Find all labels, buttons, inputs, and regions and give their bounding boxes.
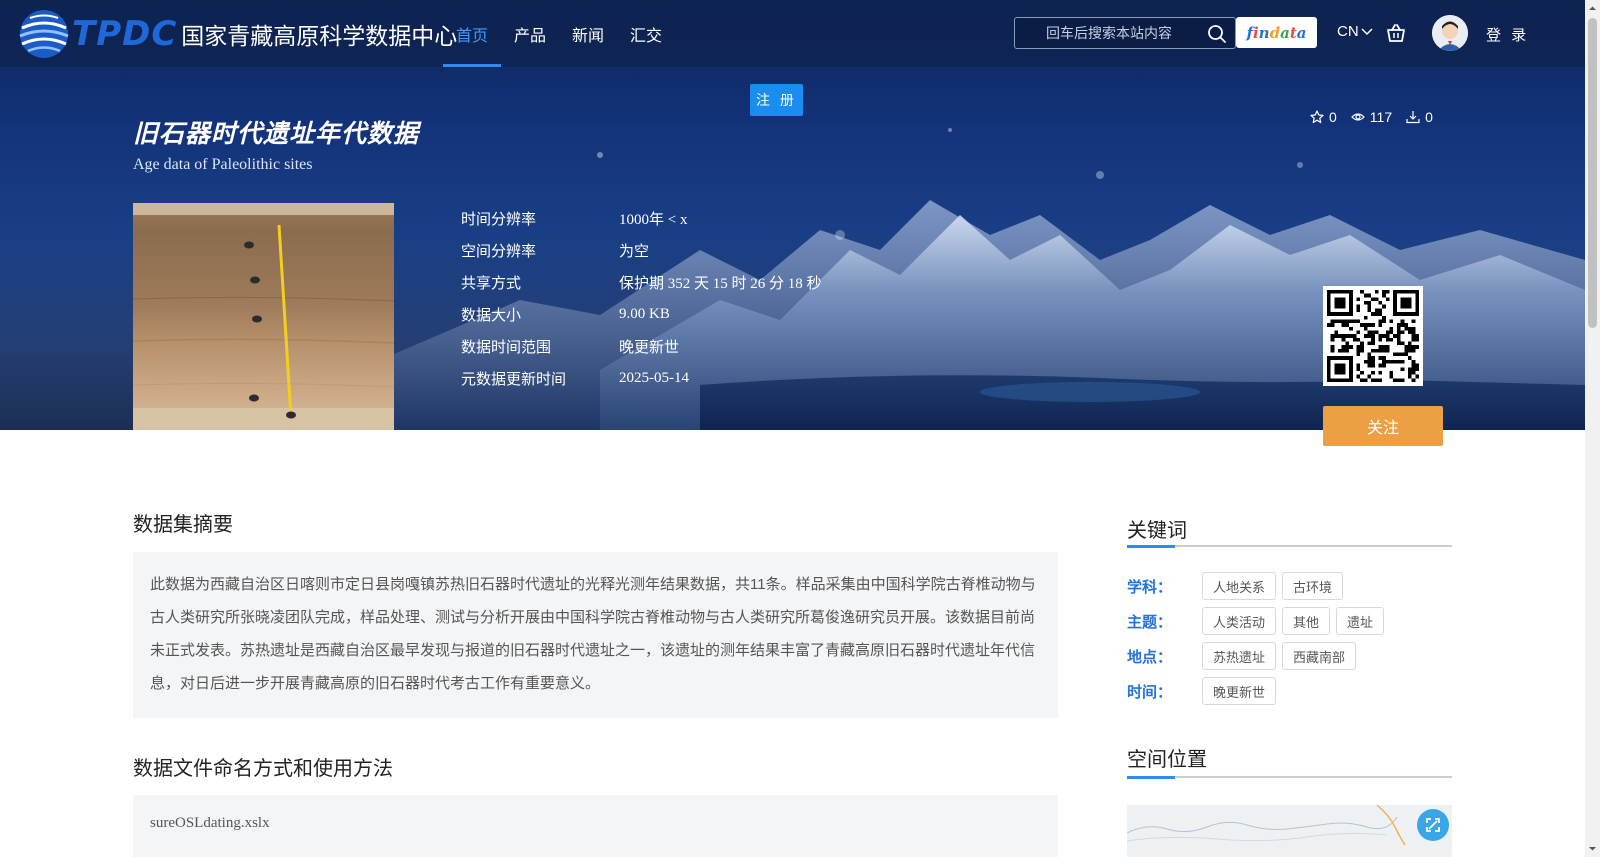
logo-brand: TPDC (72, 14, 178, 54)
keyword-tag[interactable]: 其他 (1282, 607, 1331, 635)
dataset-metadata: 时间分辨率 1000年 < x 空间分辨率 为空 共享方式 保护期 352 天 … (461, 202, 822, 394)
keyword-label: 主题： (1127, 613, 1173, 631)
chevron-down-icon (1361, 27, 1373, 35)
favorites-count: 0 (1329, 109, 1337, 125)
keyword-tag[interactable]: 遗址 (1336, 607, 1385, 635)
files-body: sureOSLdating.xslx (133, 795, 1058, 857)
keywords-title: 关键词 (1127, 520, 1187, 542)
language-label: CN (1337, 23, 1359, 40)
register-button[interactable]: 注 册 (750, 84, 803, 116)
keyword-tag[interactable]: 人类活动 (1202, 607, 1277, 635)
user-avatar[interactable] (1432, 15, 1468, 51)
meta-label-spatial-resolution: 空间分辨率 (461, 242, 537, 260)
meta-value-sharing: 保护期 352 天 15 时 26 分 18 秒 (619, 275, 822, 292)
expand-icon (1426, 818, 1440, 832)
meta-label-updated: 元数据更新时间 (461, 370, 567, 388)
keyword-label: 时间： (1127, 683, 1173, 701)
abstract-title: 数据集摘要 (133, 514, 233, 536)
findata-button[interactable]: findata (1236, 17, 1317, 48)
files-title: 数据文件命名方式和使用方法 (133, 758, 393, 780)
search-icon[interactable] (1207, 24, 1227, 44)
meta-row: 数据时间范围 晚更新世 (461, 330, 822, 362)
follow-button[interactable]: 关注 (1323, 406, 1443, 446)
keyword-tag[interactable]: 人地关系 (1202, 572, 1277, 600)
login-link[interactable]: 登 录 (1486, 24, 1529, 45)
page: TPDC 国家青藏高原科学数据中心 首页 产品 新闻 汇交 findata (0, 0, 1600, 857)
keyword-label: 学科： (1127, 578, 1173, 596)
meta-row: 空间分辨率 为空 (461, 234, 822, 266)
site-logo[interactable]: TPDC 国家青藏高原科学数据中心 (14, 4, 457, 64)
favorites-stat[interactable]: 0 (1310, 109, 1337, 125)
meta-label-time-range: 数据时间范围 (461, 338, 552, 356)
location-map[interactable] (1127, 805, 1452, 857)
nav-news[interactable]: 新闻 (559, 0, 617, 67)
dataset-title-cn: 旧石器时代遗址年代数据 (133, 120, 420, 148)
search-input[interactable] (1015, 18, 1205, 48)
qr-code (1323, 286, 1423, 386)
keywords-divider (1127, 545, 1452, 548)
meta-row: 共享方式 保护期 352 天 15 时 26 分 18 秒 (461, 266, 822, 298)
page-scrollbar[interactable] (1585, 0, 1600, 857)
logo-name: 国家青藏高原科学数据中心 (181, 23, 458, 49)
keyword-tag[interactable]: 古环境 (1282, 572, 1344, 600)
meta-value-time-range: 晚更新世 (619, 339, 680, 356)
location-divider (1127, 776, 1452, 779)
views-stat: 117 (1350, 109, 1393, 125)
scrollbar-thumb[interactable] (1588, 18, 1597, 328)
dataset-thumbnail[interactable] (133, 203, 394, 430)
nav-submit[interactable]: 汇交 (617, 0, 675, 67)
location-title: 空间位置 (1127, 749, 1207, 771)
meta-row: 时间分辨率 1000年 < x (461, 202, 822, 234)
views-count: 117 (1369, 109, 1393, 125)
map-tiles (1127, 805, 1452, 857)
star-icon (1310, 110, 1324, 124)
keyword-label: 地点： (1127, 648, 1173, 666)
globe-logo-icon (19, 10, 69, 58)
keyword-row-theme: 主题： 人类活动 其他 遗址 (1127, 607, 1390, 635)
meta-value-spatial-resolution: 为空 (619, 243, 650, 260)
main-nav: 首页 产品 新闻 汇交 (443, 0, 675, 67)
eye-icon (1350, 113, 1365, 121)
avatar-icon (1432, 15, 1468, 51)
meta-label-sharing: 共享方式 (461, 274, 522, 292)
scroll-up-icon[interactable] (1588, 4, 1597, 13)
dataset-title-en: Age data of Paleolithic sites (133, 156, 313, 173)
sediment-profile-image (133, 203, 394, 430)
meta-row: 数据大小 9.00 KB (461, 298, 822, 330)
keyword-row-time: 时间： 晚更新世 (1127, 677, 1282, 705)
keyword-tag[interactable]: 西藏南部 (1282, 642, 1357, 670)
dataset-stats: 0 117 0 (1310, 109, 1433, 125)
nav-home[interactable]: 首页 (443, 0, 502, 67)
keyword-tag[interactable]: 苏热遗址 (1202, 642, 1277, 670)
meta-label-time-resolution: 时间分辨率 (461, 210, 537, 228)
top-navigation-bar: TPDC 国家青藏高原科学数据中心 首页 产品 新闻 汇交 findata (0, 0, 1585, 67)
downloads-stat: 0 (1406, 109, 1433, 125)
keyword-row-discipline: 学科： 人地关系 古环境 (1127, 572, 1349, 600)
meta-value-updated: 2025-05-14 (619, 369, 689, 386)
hero-banner: TPDC 国家青藏高原科学数据中心 首页 产品 新闻 汇交 findata (0, 0, 1585, 430)
abstract-body: 此数据为西藏自治区日喀则市定日县岗嘎镇苏热旧石器时代遗址的光释光测年结果数据，共… (133, 552, 1058, 718)
keyword-row-place: 地点： 苏热遗址 西藏南部 (1127, 642, 1362, 670)
meta-label-data-size: 数据大小 (461, 306, 522, 324)
downloads-count: 0 (1425, 109, 1433, 125)
language-switcher[interactable]: CN (1337, 23, 1373, 40)
scroll-down-icon[interactable] (1588, 844, 1597, 853)
search-box (1014, 17, 1236, 49)
meta-value-data-size: 9.00 KB (619, 305, 670, 322)
qr-code-icon (1327, 290, 1419, 382)
keyword-tag[interactable]: 晚更新世 (1202, 677, 1277, 705)
download-icon (1406, 111, 1420, 124)
meta-row: 元数据更新时间 2025-05-14 (461, 362, 822, 394)
nav-products[interactable]: 产品 (501, 0, 559, 67)
meta-value-time-resolution: 1000年 < x (619, 211, 688, 228)
basket-icon[interactable] (1385, 22, 1407, 44)
map-fullscreen-button[interactable] (1417, 809, 1449, 841)
